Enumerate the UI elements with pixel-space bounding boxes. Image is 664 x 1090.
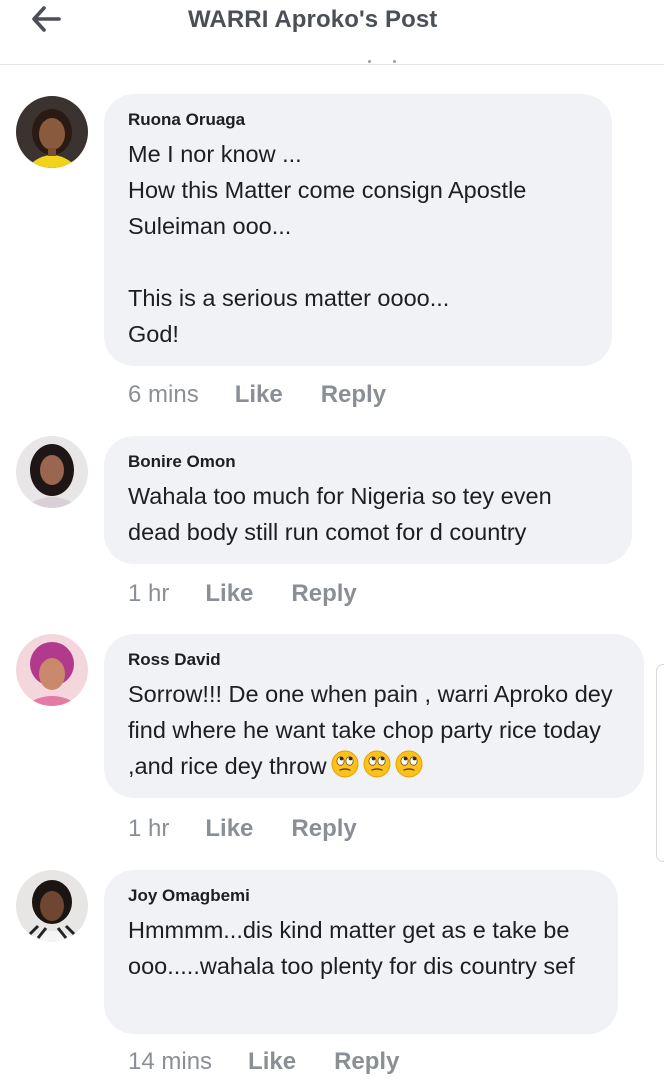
comment-author[interactable]: Ruona Oruaga [128, 110, 588, 130]
comment-actions: 14 mins Like Reply [128, 1048, 399, 1076]
top-bar: WARRI Aproko's Post [0, 0, 664, 65]
reply-button[interactable]: Reply [334, 1048, 399, 1076]
arrow-left-icon [32, 6, 61, 32]
comment-timestamp: 6 mins [128, 381, 199, 408]
like-button[interactable]: Like [248, 1048, 296, 1076]
comment-timestamp: 1 hr [128, 580, 170, 607]
avatar[interactable] [16, 870, 88, 942]
reply-button[interactable]: Reply [291, 815, 356, 843]
avatar[interactable] [16, 96, 88, 168]
comment-text: Sorrow!!! De one when pain , warri Aprok… [128, 676, 620, 784]
back-button[interactable] [26, 2, 66, 36]
like-button[interactable]: Like [205, 580, 253, 608]
comment-text: Me I nor know ... How this Matter come c… [128, 141, 527, 347]
comment-text: Wahala too much for Nigeria so tey even … [128, 483, 559, 545]
comment-actions: 1 hr Like Reply [128, 815, 357, 843]
avatar[interactable] [16, 634, 88, 706]
reply-button[interactable]: Reply [291, 580, 356, 608]
more-indicator [368, 60, 408, 68]
face-with-rolling-eyes-icon [395, 750, 423, 778]
comment-text: Hmmmm...dis kind matter get as e take be… [128, 917, 576, 979]
comment-timestamp: 14 mins [128, 1048, 213, 1075]
comment-timestamp: 1 hr [128, 815, 170, 842]
like-button[interactable]: Like [235, 381, 283, 409]
page-title: WARRI Aproko's Post [188, 6, 438, 33]
comment-bubble[interactable]: Bonire Omon Wahala too much for Nigeria … [104, 436, 632, 564]
emoji-group [327, 750, 423, 779]
comment-bubble[interactable]: Ross David Sorrow!!! De one when pain , … [104, 634, 644, 798]
comment-bubble[interactable]: Joy Omagbemi Hmmmm...dis kind matter get… [104, 870, 618, 1034]
comment-actions: 1 hr Like Reply [128, 580, 357, 608]
side-panel-edge [656, 664, 664, 862]
comment-bubble[interactable]: Ruona Oruaga Me I nor know ... How this … [104, 94, 612, 366]
face-with-rolling-eyes-icon [331, 750, 359, 778]
comment-actions: 6 mins Like Reply [128, 381, 386, 409]
face-with-rolling-eyes-icon [363, 750, 391, 778]
reply-button[interactable]: Reply [321, 381, 386, 409]
comment-author[interactable]: Bonire Omon [128, 452, 608, 472]
like-button[interactable]: Like [205, 815, 253, 843]
comment-author[interactable]: Joy Omagbemi [128, 886, 594, 906]
comment-author[interactable]: Ross David [128, 650, 620, 670]
avatar[interactable] [16, 436, 88, 508]
